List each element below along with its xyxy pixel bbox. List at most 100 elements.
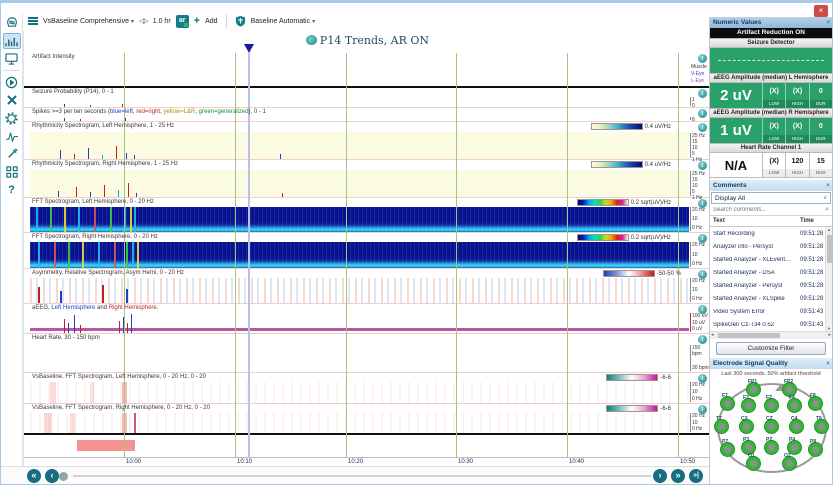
electrode-cz[interactable]: CZ: [765, 416, 778, 433]
sidebar-item-play[interactable]: [3, 74, 21, 90]
comments-columns[interactable]: Text Time: [710, 216, 832, 227]
page-back-button[interactable]: ‹: [45, 469, 59, 483]
info-icon[interactable]: i: [698, 374, 707, 383]
info-icon[interactable]: i: [698, 54, 707, 63]
info-icon[interactable]: i: [698, 405, 707, 414]
electrode-label: FZ: [766, 395, 773, 401]
column-text[interactable]: Text: [710, 218, 800, 224]
hscrollbar-thumb[interactable]: [718, 333, 780, 338]
comments-filter-dropdown[interactable]: Display All ˅: [711, 192, 831, 204]
electrode-pz[interactable]: PZ: [765, 437, 778, 454]
trend-row-fft-left[interactable]: FFT Spectrogram, Left Hemisphere, 0 - 20…: [24, 198, 711, 233]
trend-row-fft-right[interactable]: FFT Spectrogram, Right Hemisphere, 0 - 2…: [24, 233, 711, 269]
top-toolbar: VsBaseline Comprehensive ▾ ◁▷ 1.0 hr ar …: [24, 11, 702, 31]
trend-row-spikes[interactable]: Spikes >=3 per ten seconds (blue=left, r…: [24, 108, 711, 123]
comment-row[interactable]: SpikeGen Cz-T34 0.52 09:51:43: [710, 318, 832, 331]
electrode-p7[interactable]: P7: [721, 439, 734, 456]
comments-vscrollbar[interactable]: ▲ ▼: [825, 227, 832, 331]
comment-row[interactable]: Video System Error 09:51:43: [710, 305, 832, 318]
vscrollbar-thumb[interactable]: [827, 235, 832, 263]
info-icon[interactable]: i: [698, 161, 707, 170]
trend-row-aeeg[interactable]: aEEG, Left Hemisphere and Right Hemisphe…: [24, 304, 711, 334]
sidebar-item-help[interactable]: ?: [3, 182, 21, 198]
trend-row-seizure-probability[interactable]: Seizure Probability (P14), 0 - 1 i 1 0: [24, 88, 711, 109]
close-icon[interactable]: ×: [826, 180, 830, 191]
page-forward-fast-button[interactable]: »: [671, 469, 685, 483]
preset-dropdown[interactable]: VsBaseline Comprehensive ▾: [43, 18, 134, 25]
high-label: HIGH: [786, 100, 809, 108]
add-button[interactable]: Add: [205, 18, 217, 25]
scroll-left-icon[interactable]: ◂: [711, 332, 714, 338]
event-strip[interactable]: [24, 435, 711, 457]
comment-row[interactable]: Analyzer info - Persyst 09:51:28: [710, 240, 832, 253]
info-icon[interactable]: i: [698, 199, 707, 208]
customize-filter-button[interactable]: Customize Filter: [716, 342, 826, 355]
sidebar-item-trends[interactable]: [2, 33, 21, 49]
close-icon[interactable]: ×: [826, 358, 830, 369]
electrode-f8[interactable]: F8: [809, 393, 822, 410]
electrode-f4[interactable]: F4: [788, 395, 801, 412]
info-icon[interactable]: i: [698, 234, 707, 243]
sidebar-item-settings[interactable]: [3, 110, 21, 126]
trend-row-rhythmicity-left[interactable]: Rhythmicity Spectrogram, Left Hemisphere…: [24, 122, 711, 163]
info-icon[interactable]: i: [698, 123, 707, 132]
comment-row[interactable]: Start Recording 09:51:28: [710, 227, 832, 240]
comments-search[interactable]: ⌕: [710, 205, 832, 216]
sidebar-item-montage-grid[interactable]: [3, 164, 21, 180]
window-close-button[interactable]: ×: [814, 5, 828, 17]
electrode-f3[interactable]: F3: [742, 395, 755, 412]
electrode-p8[interactable]: P8: [809, 439, 822, 456]
event-duration-bar[interactable]: [77, 440, 135, 451]
trend-row-heart-rate[interactable]: Heart Rate, 30 - 150 bpm i 150 bpm 30 bp…: [24, 334, 711, 373]
trend-row-artifact-intensity[interactable]: Artifact Intensity i Muscle V-Eye L-Eye: [24, 53, 711, 88]
time-tick-label: 10:00: [126, 459, 142, 465]
close-icon[interactable]: ×: [826, 17, 830, 28]
timescale-arrows-icon[interactable]: ◁▷: [139, 17, 149, 25]
menu-icon[interactable]: [28, 17, 38, 25]
trend-row-rhythmicity-right[interactable]: Rhythmicity Spectrogram, Right Hemispher…: [24, 160, 711, 201]
comment-row[interactable]: Started Analyzer - Persyst 09:51:28: [710, 279, 832, 292]
electrode-t8[interactable]: T8: [815, 416, 828, 433]
go-to-end-button[interactable]: »|: [689, 469, 703, 483]
info-icon[interactable]: i: [698, 270, 707, 279]
axis-label: 10: [692, 419, 698, 426]
vsbaseline-colorbar: [606, 405, 659, 412]
asymmetry-colorbar: [602, 270, 655, 277]
column-time[interactable]: Time: [800, 218, 832, 224]
trend-row-asymmetry[interactable]: Asymmetry, Relative Spectrogram, Asym He…: [24, 269, 711, 304]
search-input[interactable]: [713, 207, 813, 213]
info-icon[interactable]: i: [698, 335, 707, 344]
comments-hscrollbar[interactable]: ◂ ▸: [710, 331, 832, 339]
electrode-t7[interactable]: T7: [715, 416, 728, 433]
electrode-o2[interactable]: O2: [783, 453, 796, 470]
electrode-fz[interactable]: FZ: [765, 395, 778, 412]
trend-row-vsbaseline-left[interactable]: VsBaseline, FFT Spectrogram, Left Hemisp…: [24, 373, 711, 404]
trend-main-area[interactable]: P14 Trends, AR ON Artifact Intensity i M…: [23, 31, 711, 470]
sidebar-item-tools[interactable]: [3, 146, 21, 162]
timeline-scrollbar-thumb[interactable]: [59, 472, 68, 481]
time-cursor-marker[interactable]: [244, 44, 254, 53]
page-forward-button[interactable]: ›: [653, 469, 667, 483]
comment-row[interactable]: Started Analyzer - XLSpike 09:51:28: [710, 292, 832, 305]
info-icon[interactable]: i: [698, 305, 707, 314]
electrode-c4[interactable]: C4: [790, 416, 803, 433]
page-back-fast-button[interactable]: «: [27, 469, 41, 483]
scroll-up-icon[interactable]: ▲: [827, 227, 831, 232]
comments-list[interactable]: Start Recording 09:51:28 Analyzer info - P…: [710, 227, 832, 331]
comment-row[interactable]: Started Analyzer - DSA 09:51:28: [710, 266, 832, 279]
timeline-scrollbar-track[interactable]: [73, 475, 651, 477]
baseline-dropdown[interactable]: Baseline Automatic ▾: [251, 18, 316, 25]
sidebar-item-spike-detection[interactable]: [3, 128, 21, 144]
info-icon[interactable]: i: [698, 89, 707, 98]
sidebar-item-review[interactable]: [3, 51, 21, 67]
timescale-value[interactable]: 1.0 hr: [153, 18, 171, 25]
info-icon[interactable]: i: [698, 109, 707, 118]
trend-row-vsbaseline-right[interactable]: VsBaseline, FFT Spectrogram, Right Hemis…: [24, 404, 711, 435]
comment-row[interactable]: Started Analyzer - XLEvent... 09:51:28: [710, 253, 832, 266]
electrode-f7[interactable]: F7: [721, 393, 734, 410]
electrode-c3[interactable]: C3: [740, 416, 753, 433]
scroll-right-icon[interactable]: ▸: [828, 332, 831, 338]
artifact-reduction-toggle[interactable]: ar: [175, 14, 189, 28]
sidebar-item-close[interactable]: [3, 92, 21, 108]
electrode-o1[interactable]: O1: [747, 453, 760, 470]
